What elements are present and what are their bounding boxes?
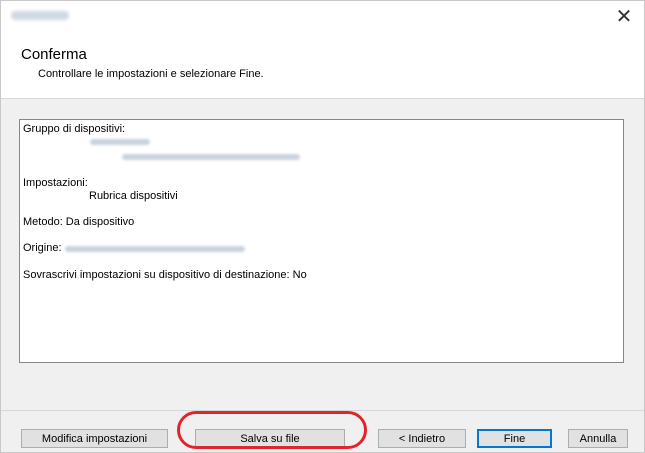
back-button[interactable]: < Indietro	[378, 429, 466, 448]
group-device-address-redacted	[122, 154, 300, 160]
modify-settings-button[interactable]: Modifica impostazioni	[21, 429, 168, 448]
button-bar: Modifica impostazioni Salva su file < In…	[1, 410, 644, 452]
page-subtitle: Controllare le impostazioni e selezionar…	[38, 68, 264, 80]
finish-button[interactable]: Fine	[477, 429, 552, 448]
settings-value: Rubrica dispositivi	[89, 190, 178, 202]
group-label: Gruppo di dispositivi:	[23, 123, 126, 135]
dialog-window: ✕ Conferma Controllare le impostazioni e…	[0, 0, 645, 453]
summary-textbox[interactable]: Gruppo di dispositivi: Impostazioni: Rub…	[19, 119, 624, 363]
overwrite-text: Sovrascrivi impostazioni su dispositivo …	[23, 269, 307, 281]
origin-label: Origine:	[23, 242, 62, 254]
cancel-button[interactable]: Annulla	[568, 429, 628, 448]
settings-label: Impostazioni:	[23, 177, 88, 189]
close-icon[interactable]: ✕	[616, 4, 633, 29]
title-bar: ✕	[1, 1, 644, 31]
window-title-redacted	[11, 11, 69, 20]
content-area: Gruppo di dispositivi: Impostazioni: Rub…	[1, 98, 644, 411]
origin-value-redacted	[65, 246, 245, 252]
group-device-name-redacted	[90, 139, 150, 145]
save-to-file-button[interactable]: Salva su file	[195, 429, 345, 448]
wizard-header: Conferma Controllare le impostazioni e s…	[1, 31, 644, 97]
page-title: Conferma	[21, 46, 87, 63]
close-button[interactable]: ✕	[604, 1, 644, 31]
method-text: Metodo: Da dispositivo	[23, 216, 135, 228]
